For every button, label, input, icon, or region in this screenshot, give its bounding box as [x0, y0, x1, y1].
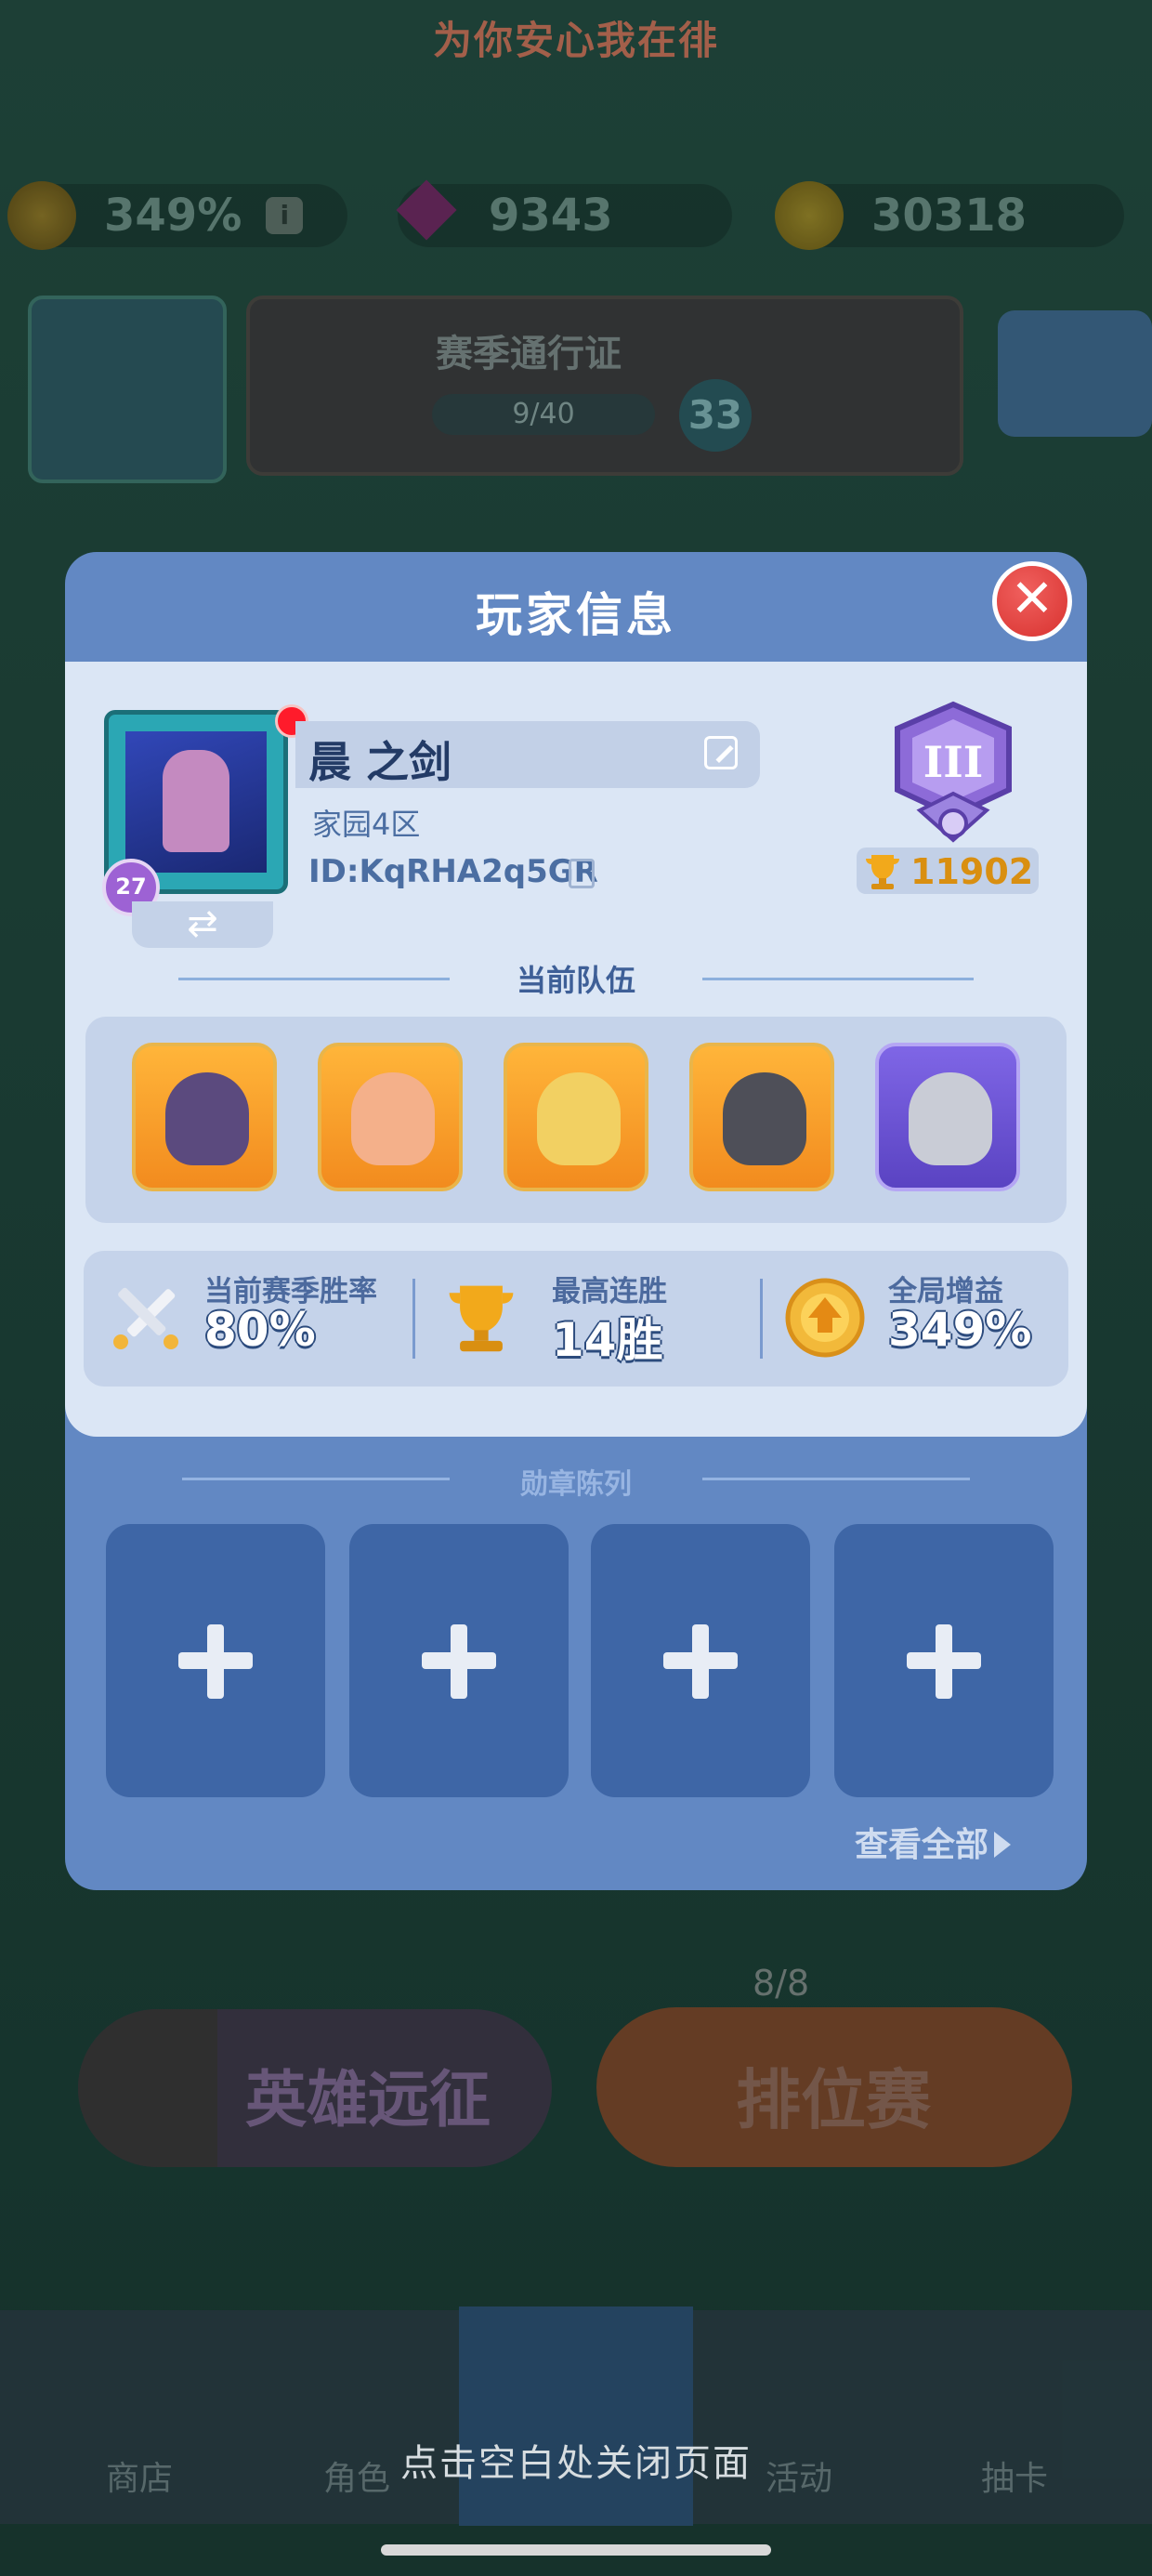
view-all-link[interactable]: 查看全部 [855, 1818, 1012, 1866]
team-hero-3[interactable] [504, 1043, 648, 1191]
stat-global-boost-value: 349% [888, 1303, 1032, 1357]
medal-section-label: 勋章陈列 [520, 1468, 632, 1501]
play-arrow-icon [994, 1832, 1012, 1858]
player-info-modal: 玩家信息 ✕ 27 ⇄ 晨 之剑 家园4区 ID:KqRHA2q5GR III [65, 552, 1087, 1890]
stats-box: 当前赛季胜率 80% 最高连胜 14胜 全局增益 349% [84, 1251, 1068, 1387]
medal-slot-2[interactable] [349, 1524, 569, 1797]
player-name-box: 晨 之剑 [295, 721, 760, 788]
rank-tier: III [923, 737, 984, 787]
armored-knight-hero-icon [723, 1072, 806, 1165]
crossed-swords-icon [113, 1287, 178, 1349]
stat-divider [412, 1279, 415, 1359]
close-button[interactable]: ✕ [992, 561, 1072, 641]
trophy-score: 11902 [857, 848, 1039, 894]
team-hero-2[interactable] [318, 1043, 463, 1191]
trophy-icon [866, 855, 899, 889]
close-icon: ✕ [1010, 569, 1054, 629]
swap-arrows-icon: ⇄ [187, 902, 218, 945]
copy-id-icon[interactable] [569, 859, 595, 888]
medal-slot-4[interactable] [834, 1524, 1054, 1797]
rank-emblem-icon: III [895, 701, 1012, 843]
modal-title: 玩家信息 [476, 588, 676, 642]
trophy-value: 11902 [910, 851, 1034, 892]
medal-slot-3[interactable] [591, 1524, 810, 1797]
helmet-knight-hero-icon [909, 1072, 992, 1165]
king-hero-icon [351, 1072, 435, 1165]
trophy-icon [449, 1285, 514, 1352]
team-divider-right [702, 978, 974, 980]
swap-avatar-button[interactable]: ⇄ [132, 901, 273, 948]
team-hero-1[interactable] [132, 1043, 277, 1191]
modal-header: 玩家信息 ✕ [65, 552, 1087, 662]
team-roster [85, 1017, 1067, 1223]
blonde-warrior-hero-icon [537, 1072, 621, 1165]
dark-knight-hero-icon [165, 1072, 249, 1165]
medal-divider-right [702, 1478, 970, 1480]
avatar-portrait [125, 731, 267, 873]
stat-season-winrate-value: 80% [204, 1303, 316, 1357]
player-zone: 家园4区 [312, 807, 421, 842]
stat-divider [760, 1279, 763, 1359]
team-hero-4[interactable] [689, 1043, 834, 1191]
plus-icon-v [451, 1624, 467, 1699]
plus-icon-v [936, 1624, 952, 1699]
edit-name-icon[interactable] [704, 736, 738, 769]
player-id: ID:KqRHA2q5GR [308, 853, 598, 890]
view-all-label: 查看全部 [855, 1826, 989, 1864]
player-name: 晨 之剑 [308, 737, 452, 787]
home-indicator[interactable] [381, 2544, 771, 2556]
close-hint: 点击空白处关闭页面 [400, 2442, 752, 2485]
team-hero-5[interactable] [875, 1043, 1020, 1191]
stat-max-streak-value: 14胜 [552, 1313, 663, 1367]
medal-slot-1[interactable] [106, 1524, 325, 1797]
plus-icon-v [207, 1624, 224, 1699]
plus-icon-v [692, 1624, 709, 1699]
player-info-panel: 27 ⇄ 晨 之剑 家园4区 ID:KqRHA2q5GR III 11902 当… [65, 662, 1087, 1437]
boost-icon [785, 1278, 865, 1358]
